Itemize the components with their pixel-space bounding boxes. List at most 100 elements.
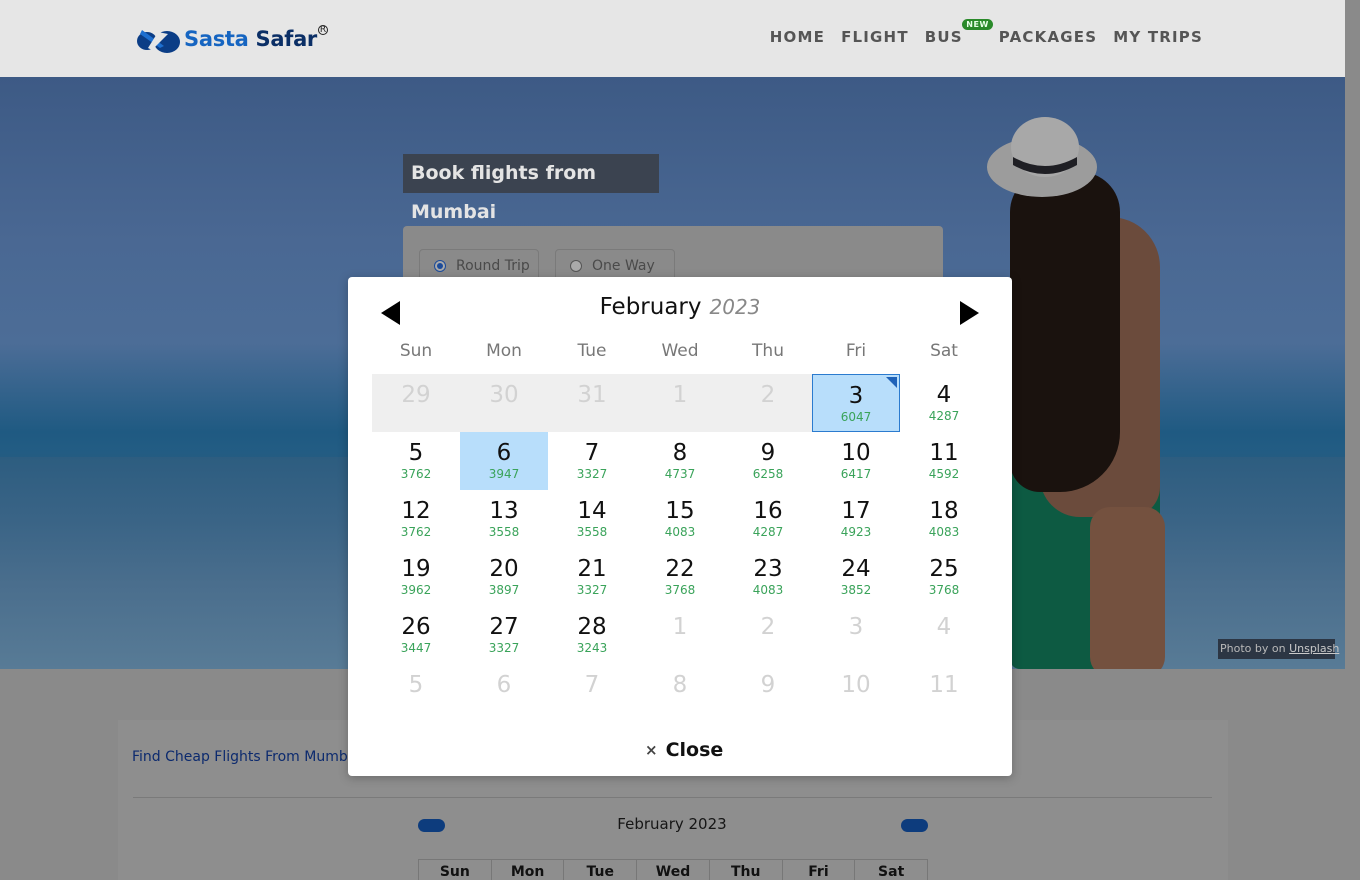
weekday-header: Sun Mon Tue Wed Thu Fri Sat bbox=[372, 341, 988, 361]
calendar-day-outside-month: 4 bbox=[900, 606, 988, 664]
day-fare: 3558 bbox=[488, 525, 520, 539]
calendar-day-cell[interactable]: 27 3327 bbox=[460, 606, 548, 664]
day-number: 18 bbox=[929, 498, 959, 524]
day-number: 8 bbox=[672, 672, 688, 698]
calendar-day-cell[interactable]: 4 4287 bbox=[900, 374, 988, 432]
day-fare: 3327 bbox=[576, 467, 608, 481]
day-fare: 3768 bbox=[664, 583, 696, 597]
calendar-day-outside-month: 10 bbox=[812, 664, 900, 714]
day-number: 10 bbox=[841, 672, 871, 698]
mini-weekday-label: Thu bbox=[710, 860, 783, 880]
close-button[interactable]: × Close bbox=[645, 739, 723, 761]
calendar-day-cell[interactable]: 14 3558 bbox=[548, 490, 636, 548]
round-trip-label: Round Trip bbox=[456, 258, 530, 274]
day-number: 5 bbox=[408, 440, 424, 466]
radio-checked-icon bbox=[434, 260, 446, 272]
day-fare: 4287 bbox=[752, 525, 784, 539]
nav-bus[interactable]: BUS NEW bbox=[924, 19, 993, 46]
mini-prev-month-button[interactable] bbox=[418, 819, 445, 832]
day-fare: 4083 bbox=[752, 583, 784, 597]
calendar-day-cell[interactable]: 15 4083 bbox=[636, 490, 724, 548]
weekday-label: Sun bbox=[399, 341, 433, 361]
day-fare: 6258 bbox=[752, 467, 784, 481]
day-number: 2 bbox=[760, 382, 776, 408]
day-number: 3 bbox=[848, 614, 864, 640]
nav-flight[interactable]: FLIGHT bbox=[841, 28, 909, 46]
calendar-day-cell[interactable]: 6 3947 bbox=[460, 432, 548, 490]
calendar-day-cell[interactable]: 13 3558 bbox=[460, 490, 548, 548]
mini-weekday-label: Sat bbox=[878, 864, 905, 880]
calendar-day-cell[interactable]: 10 6417 bbox=[812, 432, 900, 490]
unsplash-link[interactable]: Unsplash bbox=[1289, 642, 1339, 655]
next-month-arrow-icon[interactable] bbox=[960, 301, 979, 325]
day-number: 23 bbox=[753, 556, 783, 582]
date-picker-modal: February 2023 Sun Mon Tue Wed Thu Fri Sat 29 30 3… bbox=[348, 277, 1012, 776]
calendar-day-cell[interactable]: 25 3768 bbox=[900, 548, 988, 606]
site-header: Sasta Safar R HOME FLIGHT BUS NEW PACKAG… bbox=[0, 0, 1345, 77]
day-number: 8 bbox=[672, 440, 688, 466]
day-fare: 4083 bbox=[928, 525, 960, 539]
calendar-day-outside-month: 3 bbox=[812, 606, 900, 664]
calendar-day-cell[interactable]: 22 3768 bbox=[636, 548, 724, 606]
one-way-label: One Way bbox=[592, 258, 655, 274]
calendar-day-cell[interactable]: 8 4737 bbox=[636, 432, 724, 490]
calendar-day-cell[interactable]: 17 4923 bbox=[812, 490, 900, 548]
day-fare: 3852 bbox=[840, 583, 872, 597]
weekday-label: Tue bbox=[577, 341, 607, 361]
calendar-day-cell[interactable]: 18 4083 bbox=[900, 490, 988, 548]
calendar-day-cell[interactable]: 5 3762 bbox=[372, 432, 460, 490]
day-number: 20 bbox=[489, 556, 519, 582]
calendar-day-cell[interactable]: 20 3897 bbox=[460, 548, 548, 606]
hero-title: Book flights from Mumbai bbox=[403, 154, 659, 223]
mini-weekday-label: Mon bbox=[492, 860, 565, 880]
day-fare: 4592 bbox=[928, 467, 960, 481]
close-label: Close bbox=[665, 739, 724, 761]
day-number: 30 bbox=[489, 382, 519, 408]
calendar-day-outside-month: 11 bbox=[900, 664, 988, 714]
calendar-day-cell[interactable]: 3 6047 bbox=[812, 374, 900, 432]
day-fare: 3558 bbox=[576, 525, 608, 539]
calendar-day-cell[interactable]: 26 3447 bbox=[372, 606, 460, 664]
calendar-day-cell[interactable]: 28 3243 bbox=[548, 606, 636, 664]
calendar-day-cell[interactable]: 21 3327 bbox=[548, 548, 636, 606]
day-fare: 3243 bbox=[576, 641, 608, 655]
calendar-month-title: February 2023 bbox=[348, 294, 1012, 320]
day-number: 12 bbox=[401, 498, 431, 524]
nav-packages[interactable]: PACKAGES bbox=[999, 28, 1097, 46]
close-icon: × bbox=[645, 741, 658, 759]
day-number: 25 bbox=[929, 556, 959, 582]
calendar-day-cell[interactable]: 11 4592 bbox=[900, 432, 988, 490]
calendar-week-row: 29 30 31 1 2 3 6047 4 4287 bbox=[372, 374, 988, 432]
day-number: 17 bbox=[841, 498, 871, 524]
day-fare: 6047 bbox=[840, 410, 872, 424]
calendar-day-outside-month: 2 bbox=[724, 374, 812, 432]
nav-my-trips[interactable]: MY TRIPS bbox=[1113, 28, 1203, 46]
nav-home[interactable]: HOME bbox=[770, 28, 825, 46]
day-fare: 6417 bbox=[840, 467, 872, 481]
site-logo[interactable]: Sasta Safar R bbox=[134, 22, 328, 56]
day-fare: 3897 bbox=[488, 583, 520, 597]
calendar-week-row: 12 3762 13 3558 14 3558 15 4083 16 4287 17 4923 18 40… bbox=[372, 490, 988, 548]
calendar-day-cell[interactable]: 9 6258 bbox=[724, 432, 812, 490]
calendar-day-cell[interactable]: 12 3762 bbox=[372, 490, 460, 548]
calendar-day-cell[interactable]: 16 4287 bbox=[724, 490, 812, 548]
day-fare: 3962 bbox=[400, 583, 432, 597]
calendar-day-outside-month: 2 bbox=[724, 606, 812, 664]
weekday-label: Sat bbox=[930, 341, 958, 361]
day-number: 9 bbox=[760, 440, 776, 466]
day-number: 5 bbox=[408, 672, 424, 698]
mini-next-month-button[interactable] bbox=[901, 819, 928, 832]
calendar-day-cell[interactable]: 19 3962 bbox=[372, 548, 460, 606]
calendar-day-cell[interactable]: 24 3852 bbox=[812, 548, 900, 606]
day-number: 4 bbox=[936, 614, 952, 640]
day-number: 31 bbox=[577, 382, 607, 408]
calendar-day-outside-month: 5 bbox=[372, 664, 460, 714]
calendar-day-cell[interactable]: 7 3327 bbox=[548, 432, 636, 490]
weekday-label: Mon bbox=[486, 341, 522, 361]
day-number: 11 bbox=[929, 672, 959, 698]
find-cheap-flights-link[interactable]: Find Cheap Flights From Mumbai bbox=[132, 749, 360, 765]
calendar-day-outside-month: 30 bbox=[460, 374, 548, 432]
nav-bus-label: BUS bbox=[924, 28, 963, 46]
day-number: 14 bbox=[577, 498, 607, 524]
calendar-day-cell[interactable]: 23 4083 bbox=[724, 548, 812, 606]
